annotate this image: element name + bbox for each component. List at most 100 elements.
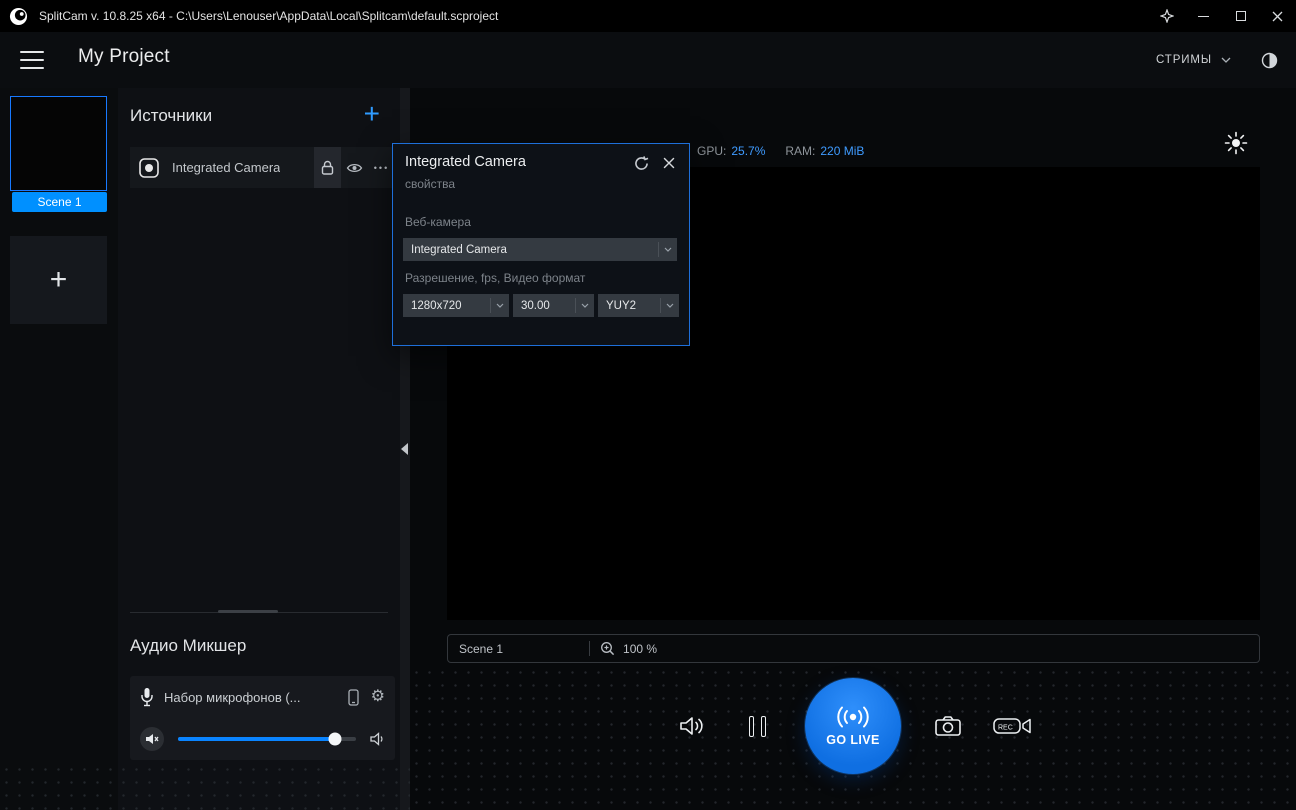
source-label: Integrated Camera <box>172 160 280 175</box>
splitcam-logo-icon <box>9 7 28 26</box>
window-controls <box>1148 0 1296 32</box>
header: My Project СТРИМЫ <box>0 32 1296 88</box>
preview-scene-name: Scene 1 <box>459 642 503 656</box>
project-title: My Project <box>78 46 170 68</box>
sources-panel: Источники + Integrated Camera <box>118 88 400 810</box>
visibility-toggle-button[interactable] <box>341 147 368 188</box>
lock-icon <box>321 160 334 175</box>
add-source-button[interactable]: + <box>364 100 380 128</box>
fps-select-value: 30.00 <box>513 300 575 312</box>
mixer-volume-row <box>130 718 395 760</box>
close-icon <box>1272 11 1283 22</box>
minimize-button[interactable] <box>1185 0 1222 32</box>
source-item-actions: ••• <box>314 147 395 188</box>
resolution-select-value: 1280x720 <box>403 300 490 312</box>
scene-name-badge: Scene 1 <box>12 192 107 212</box>
streams-label: СТРИМЫ <box>1156 54 1212 66</box>
brightness-icon <box>1223 130 1249 156</box>
splitcam-window: SplitCam v. 10.8.25 x64 - C:\Users\Lenou… <box>0 0 1296 810</box>
source-more-button[interactable]: ••• <box>368 147 395 188</box>
popup-title: Integrated Camera <box>405 154 526 170</box>
scenes-sidebar: Scene 1 + <box>0 88 118 810</box>
phone-icon[interactable] <box>348 689 359 706</box>
close-button[interactable] <box>1259 0 1296 32</box>
muted-speaker-icon <box>145 733 159 745</box>
lock-source-button[interactable] <box>314 147 341 188</box>
maximize-icon <box>1236 11 1246 21</box>
panel-resize-handle[interactable] <box>218 610 278 613</box>
gpu-value: 25.7% <box>731 144 765 158</box>
speaker-icon <box>370 732 385 746</box>
audio-output-button[interactable] <box>674 710 710 742</box>
camera-source-icon <box>138 157 160 179</box>
volume-slider-handle[interactable] <box>328 733 341 746</box>
streams-dropdown[interactable]: СТРИМЫ <box>1156 54 1231 66</box>
brightness-button[interactable] <box>1223 130 1249 156</box>
pause-icon <box>749 716 754 737</box>
chevron-down-icon <box>660 298 679 313</box>
go-live-label: GO LIVE <box>826 733 880 747</box>
webcam-label: Веб-камера <box>405 215 471 229</box>
menu-button[interactable] <box>20 51 44 69</box>
webcam-select[interactable]: Integrated Camera <box>403 238 677 261</box>
video-format-select-value: YUY2 <box>598 300 660 312</box>
snapshot-button[interactable] <box>930 710 966 742</box>
add-scene-button[interactable]: + <box>10 236 107 324</box>
popup-subtitle: свойства <box>405 177 455 191</box>
dotted-background <box>0 763 410 810</box>
titlebar: SplitCam v. 10.8.25 x64 - C:\Users\Lenou… <box>0 0 1296 32</box>
theme-toggle-button[interactable] <box>1261 52 1278 69</box>
chevron-down-icon <box>575 298 594 313</box>
chevron-down-icon <box>658 242 677 257</box>
preview-scene-bar: Scene 1 100 % <box>447 634 1260 663</box>
popup-close-button[interactable] <box>663 157 675 169</box>
resolution-select[interactable]: 1280x720 <box>403 294 509 317</box>
pin-on-top-button[interactable] <box>1148 0 1185 32</box>
rec-icon: REC <box>993 715 1031 737</box>
minimize-icon <box>1198 16 1209 17</box>
scene-thumbnail[interactable] <box>10 96 107 191</box>
speaker-icon <box>678 714 706 738</box>
gpu-label: GPU: <box>697 144 726 158</box>
audio-mixer-title: Аудио Микшер <box>130 636 246 656</box>
refresh-icon <box>634 156 649 171</box>
eye-icon <box>346 162 363 174</box>
contrast-icon <box>1261 52 1278 69</box>
video-format-select[interactable]: YUY2 <box>598 294 679 317</box>
zoom-in-icon <box>600 641 615 656</box>
window-title: SplitCam v. 10.8.25 x64 - C:\Users\Lenou… <box>39 9 498 23</box>
maximize-button[interactable] <box>1222 0 1259 32</box>
mixer-device-row[interactable]: Набор микрофонов (... ⚙ <box>130 676 395 718</box>
zoom-button[interactable] <box>600 641 615 656</box>
record-button[interactable]: REC <box>992 712 1032 740</box>
ellipsis-icon: ••• <box>374 163 389 173</box>
chevron-down-icon <box>1221 57 1231 63</box>
microphone-icon <box>140 687 154 707</box>
chevron-down-icon <box>490 298 509 313</box>
source-item-camera[interactable]: Integrated Camera ••• <box>130 147 395 188</box>
ram-value: 220 MiB <box>820 144 864 158</box>
plus-icon: + <box>364 98 380 129</box>
collapse-panel-icon[interactable] <box>401 443 408 455</box>
fps-select[interactable]: 30.00 <box>513 294 594 317</box>
source-properties-popup: Integrated Camera свойства Веб-камера In… <box>392 143 690 346</box>
mixer-device-name: Набор микрофонов (... <box>164 690 342 705</box>
broadcast-icon <box>833 706 873 728</box>
webcam-select-value: Integrated Camera <box>403 244 658 256</box>
volume-slider[interactable] <box>178 737 356 741</box>
go-live-button[interactable]: GO LIVE <box>805 678 901 774</box>
ram-label: RAM: <box>785 144 815 158</box>
gear-icon[interactable]: ⚙ <box>371 689 385 705</box>
volume-slider-fill <box>178 737 335 741</box>
divider <box>589 641 590 656</box>
refresh-button[interactable] <box>634 156 649 171</box>
star-icon <box>1160 9 1174 23</box>
camera-icon <box>934 714 962 738</box>
close-icon <box>663 157 675 169</box>
plus-icon: + <box>50 265 68 295</box>
zoom-level: 100 % <box>623 642 657 656</box>
pause-button[interactable] <box>743 712 771 740</box>
mute-button[interactable] <box>140 727 164 751</box>
performance-stats: GPU: 25.7% RAM: 220 MiB <box>697 144 864 158</box>
audio-mixer-item: Набор микрофонов (... ⚙ <box>130 676 395 760</box>
